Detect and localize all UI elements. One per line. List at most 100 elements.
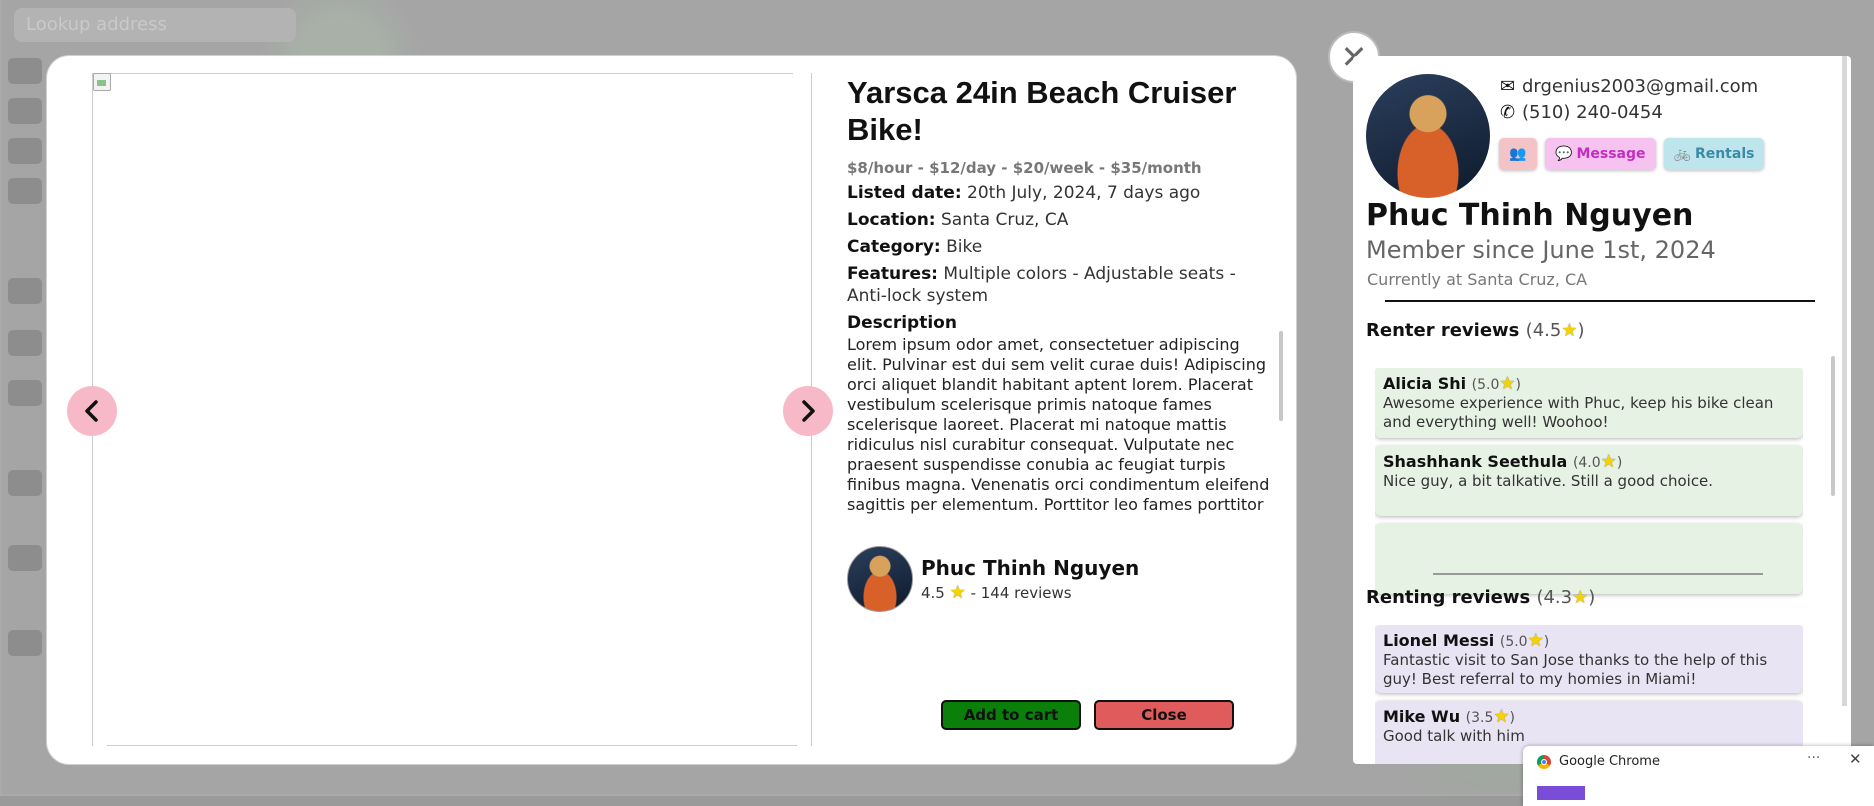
email-row: ✉ drgenius2003@gmail.com bbox=[1500, 74, 1758, 100]
review-text: Fantastic visit to San Jose thanks to th… bbox=[1383, 651, 1768, 688]
features-row: Features: Multiple colors - Adjustable s… bbox=[847, 263, 1277, 307]
reviewer-row: Alicia Shi (5.0★) bbox=[1383, 373, 1795, 394]
star-icon: ★ bbox=[1499, 373, 1516, 394]
background-icon bbox=[8, 630, 42, 656]
description-scrollbar[interactable] bbox=[1279, 331, 1283, 421]
review-text: Awesome experience with Phuc, keep his b… bbox=[1383, 394, 1774, 431]
owner-summary[interactable]: Phuc Thinh Nguyen 4.5 ★ - 144 reviews bbox=[847, 544, 1139, 614]
description-text[interactable]: Lorem ipsum odor amet, consectetuer adip… bbox=[847, 335, 1277, 517]
profile-actions: 👥 💬 Message 🚲 Rentals bbox=[1499, 138, 1765, 170]
reviewer-name: Alicia Shi bbox=[1383, 374, 1467, 393]
location-row: Location: Santa Cruz, CA bbox=[847, 209, 1277, 231]
profile-panel: ✉ drgenius2003@gmail.com ✆ (510) 240-0454 … bbox=[1353, 56, 1851, 764]
review-rating: (4.0★) bbox=[1572, 451, 1623, 472]
renter-reviews-heading: Renter reviews (4.5★) bbox=[1366, 320, 1585, 341]
renting-reviews-heading: Renting reviews (4.3★) bbox=[1366, 587, 1595, 608]
broken-image-icon bbox=[93, 73, 111, 91]
renting-reviews-rating: (4.3★) bbox=[1536, 587, 1596, 608]
renting-reviews-title: Renting reviews bbox=[1366, 587, 1531, 608]
reviewer-row: Mike Wu (3.5★) bbox=[1383, 706, 1795, 727]
owner-reviews-count: - 144 reviews bbox=[970, 583, 1072, 602]
product-details: Yarsca 24in Beach Cruiser Bike! $8/hour … bbox=[847, 74, 1277, 517]
renter-reviews-rating: (4.5★) bbox=[1525, 320, 1585, 341]
reviewer-row: Shashhank Seethula (4.0★) bbox=[1383, 451, 1795, 472]
review-card bbox=[1375, 524, 1803, 594]
bike-icon: 🚲 bbox=[1673, 146, 1691, 162]
listed-date-row: Listed date: 20th July, 2024, 7 days ago bbox=[847, 182, 1277, 204]
renting-reviews-list[interactable]: Lionel Messi (5.0★) Fantastic visit to S… bbox=[1375, 625, 1803, 764]
notification-app-name: Google Chrome bbox=[1559, 754, 1660, 769]
add-to-cart-button[interactable]: Add to cart bbox=[941, 700, 1081, 730]
member-since: Member since June 1st, 2024 bbox=[1366, 236, 1716, 264]
profile-avatar bbox=[1366, 74, 1490, 198]
renter-reviews-scrollbar[interactable] bbox=[1831, 356, 1835, 496]
owner-rating-value: 4.5 bbox=[921, 583, 945, 602]
chevron-left-icon bbox=[85, 400, 98, 422]
background-icon bbox=[8, 330, 42, 356]
background-icon bbox=[8, 178, 42, 204]
background-icon bbox=[8, 380, 42, 406]
close-button[interactable]: Close bbox=[1094, 700, 1234, 730]
phone-icon: ✆ bbox=[1500, 102, 1516, 123]
background-icon bbox=[8, 470, 42, 496]
review-rating: (5.0★) bbox=[1471, 373, 1522, 394]
profile-phone[interactable]: (510) 240-0454 bbox=[1522, 102, 1663, 123]
review-rating: (5.0★) bbox=[1499, 630, 1550, 651]
star-icon: ★ bbox=[1561, 320, 1578, 341]
listed-date-label: Listed date: bbox=[847, 183, 962, 203]
owner-info: Phuc Thinh Nguyen 4.5 ★ - 144 reviews bbox=[913, 556, 1139, 603]
star-icon: ★ bbox=[1572, 587, 1589, 608]
profile-email[interactable]: drgenius2003@gmail.com bbox=[1522, 76, 1758, 97]
category-value: Bike bbox=[946, 237, 983, 257]
owner-rating-row: 4.5 ★ - 144 reviews bbox=[921, 582, 1139, 603]
background-search-bar: Lookup address bbox=[14, 8, 296, 42]
chevron-right-icon bbox=[802, 400, 815, 422]
review-card: Lionel Messi (5.0★) Fantastic visit to S… bbox=[1375, 625, 1803, 693]
chat-icon: 💬 bbox=[1555, 146, 1573, 162]
background-icon bbox=[8, 278, 42, 304]
star-icon: ★ bbox=[1600, 451, 1617, 472]
reviewer-name: Mike Wu bbox=[1383, 707, 1461, 726]
category-row: Category: Bike bbox=[847, 236, 1277, 258]
profile-scrollbar[interactable] bbox=[1842, 56, 1847, 706]
features-label: Features: bbox=[847, 264, 938, 284]
more-options-icon[interactable]: ··· bbox=[1807, 750, 1820, 766]
review-text: Good talk with him bbox=[1383, 727, 1525, 745]
description-heading: Description bbox=[847, 313, 957, 333]
review-card: Alicia Shi (5.0★) Awesome experience wit… bbox=[1375, 368, 1803, 438]
users-icon: 👥 bbox=[1509, 146, 1527, 162]
mail-icon: ✉ bbox=[1500, 76, 1516, 97]
reviewer-row: Lionel Messi (5.0★) bbox=[1383, 630, 1795, 651]
location-label: Location: bbox=[847, 210, 936, 230]
rentals-button-label: Rentals bbox=[1694, 146, 1755, 162]
image-top-border bbox=[93, 73, 793, 74]
current-location: Currently at Santa Cruz, CA bbox=[1367, 270, 1588, 289]
product-price: $8/hour - $12/day - $20/week - $35/month bbox=[847, 159, 1202, 177]
star-icon: ★ bbox=[1493, 706, 1510, 727]
review-card: Shashhank Seethula (4.0★) Nice guy, a bi… bbox=[1375, 446, 1803, 516]
friends-button[interactable]: 👥 bbox=[1499, 138, 1537, 170]
renter-reviews-title: Renter reviews bbox=[1366, 320, 1520, 341]
renter-reviews-list[interactable]: Alicia Shi (5.0★) Awesome experience wit… bbox=[1375, 368, 1803, 612]
owner-name[interactable]: Phuc Thinh Nguyen bbox=[921, 556, 1139, 580]
chrome-notification[interactable]: Google Chrome ··· ✕ bbox=[1523, 746, 1874, 806]
reviewer-name: Lionel Messi bbox=[1383, 631, 1495, 650]
background-icon bbox=[8, 138, 42, 164]
rentals-button[interactable]: 🚲 Rentals bbox=[1663, 138, 1765, 170]
image-bottom-border bbox=[107, 745, 797, 746]
phone-row: ✆ (510) 240-0454 bbox=[1500, 100, 1758, 126]
background-icon bbox=[8, 545, 42, 571]
divider bbox=[1433, 573, 1763, 575]
product-title: Yarsca 24in Beach Cruiser Bike! bbox=[847, 75, 1237, 147]
location-value: Santa Cruz, CA bbox=[941, 210, 1069, 230]
owner-avatar[interactable] bbox=[847, 546, 913, 612]
category-label: Category: bbox=[847, 237, 941, 257]
close-notification-icon[interactable]: ✕ bbox=[1849, 750, 1862, 768]
prev-image-button[interactable] bbox=[67, 386, 117, 436]
divider bbox=[1385, 300, 1815, 302]
message-button-label: Message bbox=[1576, 146, 1646, 162]
notification-thumbnail bbox=[1537, 786, 1585, 800]
message-button[interactable]: 💬 Message bbox=[1545, 138, 1656, 170]
next-image-button[interactable] bbox=[783, 386, 833, 436]
review-text: Nice guy, a bit talkative. Still a good … bbox=[1383, 472, 1714, 490]
